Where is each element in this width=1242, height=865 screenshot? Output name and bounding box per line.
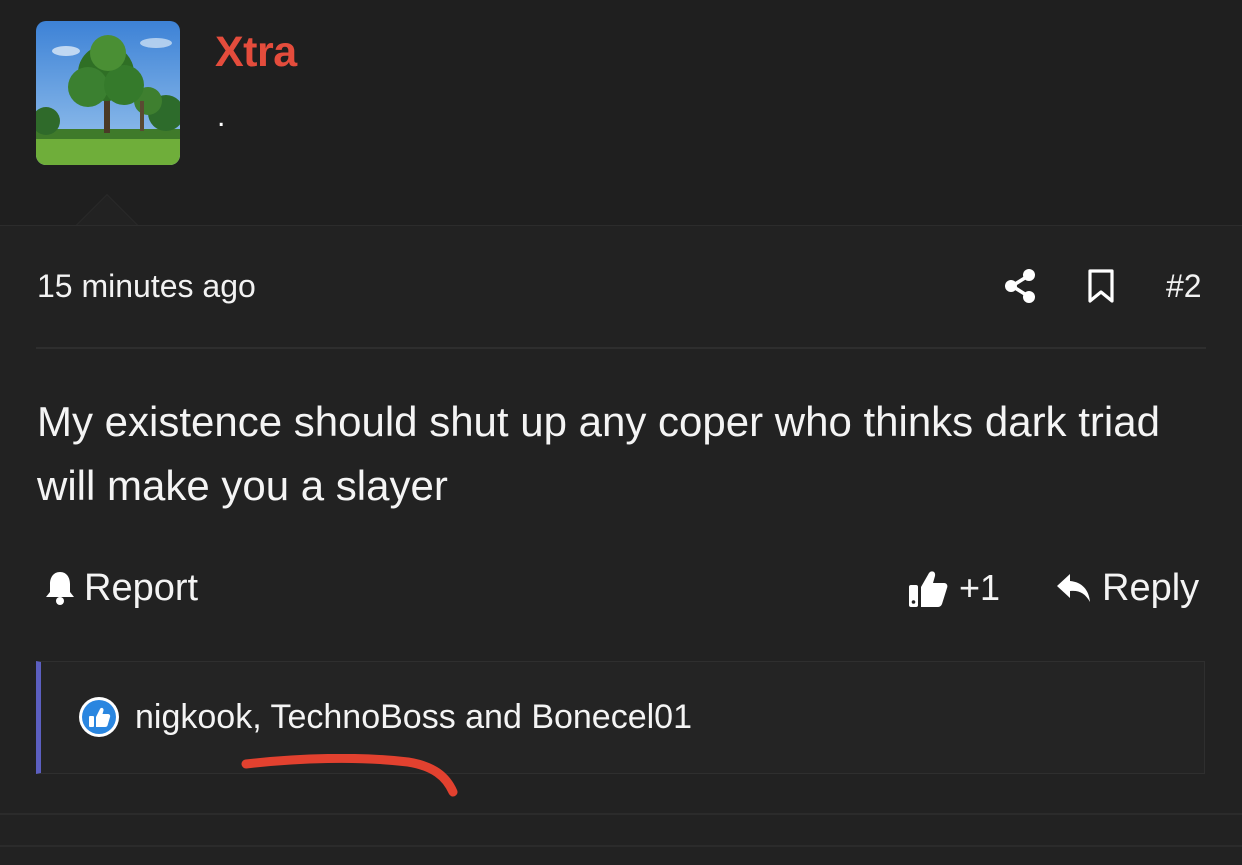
share-icon[interactable]: [1002, 268, 1038, 304]
like-button[interactable]: +1: [907, 566, 1000, 610]
red-underline-annotation: [241, 754, 458, 797]
like-count: +1: [959, 567, 1001, 608]
report-label: Report: [84, 566, 199, 609]
header-divider: [0, 225, 1242, 226]
reply-label: Reply: [1102, 566, 1200, 609]
user-avatar[interactable]: [36, 21, 180, 165]
post-number[interactable]: #2: [1166, 268, 1202, 305]
reaction-users[interactable]: nigkook, TechnoBoss and Bonecel01: [135, 698, 692, 737]
bookmark-icon[interactable]: [1085, 268, 1117, 304]
post-timestamp[interactable]: 15 minutes ago: [37, 268, 256, 305]
footer-divider: [0, 813, 1242, 815]
footer-divider-secondary: [0, 845, 1242, 847]
meta-divider: [36, 347, 1206, 349]
bell-icon: [46, 572, 74, 605]
report-button[interactable]: Report: [44, 566, 198, 610]
header-pointer: [75, 194, 139, 226]
username[interactable]: Xtra: [215, 28, 297, 77]
reply-arrow-icon: [1057, 574, 1090, 602]
reply-button[interactable]: Reply: [1055, 566, 1199, 610]
post-body: My existence should shut up any coper wh…: [37, 398, 1160, 509]
user-title: .: [217, 100, 226, 133]
thumbs-up-icon: [909, 571, 948, 607]
thumbs-up-badge-icon: [79, 697, 119, 737]
reactions-bar[interactable]: nigkook, TechnoBoss and Bonecel01: [36, 661, 1205, 774]
user-header: Xtra .: [0, 0, 1242, 226]
avatar-image: [36, 21, 180, 165]
